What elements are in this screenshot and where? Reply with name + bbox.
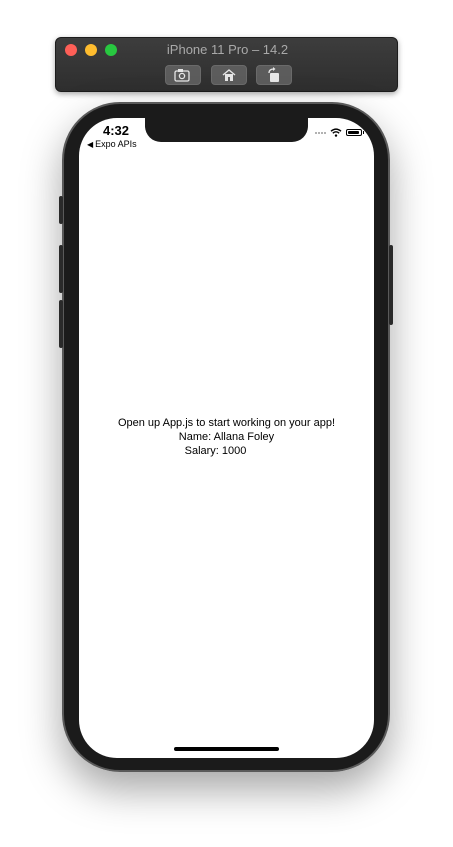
home-indicator[interactable] <box>174 747 279 751</box>
screenshot-button[interactable] <box>165 65 201 85</box>
home-button[interactable] <box>211 65 247 85</box>
stage: iPhone 11 Pro – 14.2 4:32 ◀ Expo APIs Op… <box>0 0 453 847</box>
simulator-titlebar: iPhone 11 Pro – 14.2 <box>55 37 398 92</box>
welcome-message: Open up App.js to start working on your … <box>117 417 336 429</box>
mute-switch[interactable] <box>59 196 63 224</box>
simulator-title: iPhone 11 Pro – 14.2 <box>166 42 289 57</box>
wifi-icon <box>330 128 342 137</box>
status-time: 4:32 <box>103 123 130 138</box>
power-button[interactable] <box>389 245 393 325</box>
volume-down-button[interactable] <box>59 300 63 348</box>
rotate-button[interactable] <box>256 65 292 85</box>
rotate-icon <box>268 67 279 82</box>
screenshot-icon <box>174 69 190 82</box>
employee-name: Name: Allana Foley <box>178 431 275 443</box>
status-indicators <box>315 128 364 137</box>
signal-icon <box>315 131 326 134</box>
volume-up-button[interactable] <box>59 245 63 293</box>
back-to-app-label: Expo APIs <box>95 139 137 149</box>
back-to-app-button[interactable]: ◀ Expo APIs <box>87 139 137 149</box>
back-arrow-icon: ◀ <box>87 139 94 149</box>
home-icon <box>222 69 236 81</box>
battery-icon <box>346 129 364 136</box>
notch <box>145 118 308 142</box>
employee-salary: Salary: 1000 <box>184 445 247 457</box>
device-screen: 4:32 ◀ Expo APIs Open up App.js to start… <box>79 118 374 758</box>
app-content: Open up App.js to start working on your … <box>79 416 374 458</box>
